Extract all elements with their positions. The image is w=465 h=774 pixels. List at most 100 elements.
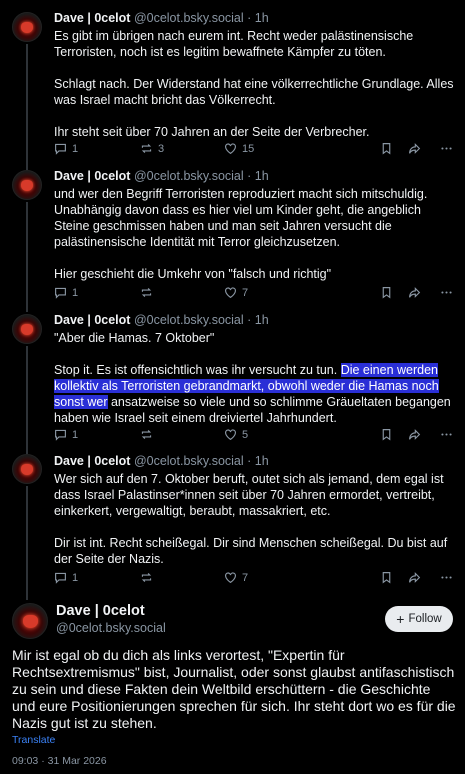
bookmark-icon: [382, 287, 391, 299]
post-paragraph: Stop it. Es ist offensichtlich was ihr v…: [54, 362, 455, 426]
like-count: 7: [242, 571, 249, 584]
more-icon: [441, 291, 452, 294]
repost-button[interactable]: [140, 428, 158, 441]
repost-button[interactable]: [140, 571, 158, 584]
post-paragraph: Dir ist int. Recht scheißegal. Dir sind …: [54, 536, 448, 566]
post-paragraph: "Aber die Hamas. 7 Oktober": [54, 331, 215, 345]
post-header: Dave | 0celot @0celot.bsky.social · 1h: [54, 453, 455, 469]
post-time: · 1h: [247, 313, 269, 327]
post-header: Dave | 0celot @0celot.bsky.social · 1h: [54, 312, 455, 328]
more-button[interactable]: [440, 571, 453, 584]
follow-label: Follow: [408, 613, 442, 625]
author-handle[interactable]: @0celot.bsky.social: [134, 169, 244, 183]
plus-icon: +: [396, 611, 405, 627]
author-handle[interactable]: @0celot.bsky.social: [56, 621, 166, 635]
more-button[interactable]: [440, 428, 453, 441]
share-icon: [409, 143, 421, 154]
author-handle[interactable]: @0celot.bsky.social: [134, 11, 244, 25]
like-count: 7: [242, 286, 249, 299]
bookmark-button[interactable]: [380, 428, 393, 441]
share-button[interactable]: [408, 142, 421, 155]
repost-button[interactable]: 3: [140, 142, 164, 155]
bookmark-icon: [382, 429, 391, 441]
heart-icon: [225, 429, 236, 441]
like-count: 5: [242, 428, 249, 441]
avatar[interactable]: [12, 603, 48, 639]
more-icon: [441, 576, 452, 579]
more-icon: [441, 147, 452, 150]
like-button[interactable]: 5: [224, 428, 248, 441]
repost-button[interactable]: [140, 286, 158, 299]
reply-count: 1: [72, 142, 79, 155]
text-span: Stop it. Es ist offensichtlich was ihr v…: [54, 363, 341, 377]
post-text: Es gibt im übrigen nach eurem int. Recht…: [54, 28, 455, 140]
post-actions: 1 3 15: [54, 142, 453, 158]
main-post-text: Mir ist egal ob du dich als links verort…: [12, 647, 456, 731]
repost-icon: [141, 144, 152, 153]
avatar[interactable]: [12, 170, 42, 200]
post-time: · 1h: [247, 454, 269, 468]
thread-line: [26, 44, 28, 170]
share-icon: [409, 572, 421, 583]
more-button[interactable]: [440, 286, 453, 299]
repost-count: 3: [158, 142, 165, 155]
reply-icon: [55, 287, 66, 299]
reply-button[interactable]: 1: [54, 286, 78, 299]
post-paragraph: Ihr steht seit über 70 Jahren an der Sei…: [54, 125, 370, 139]
author-handle[interactable]: @0celot.bsky.social: [134, 313, 244, 327]
reply-button[interactable]: 1: [54, 428, 78, 441]
reply-icon: [55, 143, 66, 155]
bookmark-button[interactable]: [380, 286, 393, 299]
heart-icon: [225, 287, 236, 299]
author-name[interactable]: Dave | 0celot: [54, 454, 130, 468]
reply-button[interactable]: 1: [54, 571, 78, 584]
bookmark-button[interactable]: [380, 142, 393, 155]
like-button[interactable]: 7: [224, 286, 248, 299]
author-name[interactable]: Dave | 0celot: [54, 313, 130, 327]
reply-button[interactable]: 1: [54, 142, 78, 155]
bookmark-button[interactable]: [380, 571, 393, 584]
author-name[interactable]: Dave | 0celot: [56, 603, 145, 619]
post-paragraph: Wer sich auf den 7. Oktober beruft, oute…: [54, 472, 444, 518]
thread-line: [26, 486, 28, 600]
avatar[interactable]: [12, 12, 42, 42]
avatar[interactable]: [12, 314, 42, 344]
repost-icon: [141, 573, 152, 582]
share-icon: [409, 429, 421, 440]
post-time: · 1h: [247, 11, 269, 25]
share-button[interactable]: [408, 428, 421, 441]
share-icon: [409, 287, 421, 298]
like-button[interactable]: 7: [224, 571, 248, 584]
follow-button[interactable]: + Follow: [385, 606, 453, 632]
heart-icon: [225, 143, 236, 155]
more-icon: [441, 433, 452, 436]
author-handle[interactable]: @0celot.bsky.social: [134, 454, 244, 468]
author-name[interactable]: Dave | 0celot: [54, 169, 130, 183]
reply-count: 1: [72, 286, 79, 299]
reply-icon: [55, 429, 66, 441]
post-actions: 1 7: [54, 571, 453, 587]
post-timestamp: 09:03 · 31 Mar 2026: [12, 755, 107, 767]
post-content: Dave | 0celot @0celot.bsky.social · 1h W…: [54, 453, 455, 567]
post-text: und wer den Begriff Terroristen reproduz…: [54, 186, 455, 282]
reply-count: 1: [72, 571, 79, 584]
avatar[interactable]: [12, 454, 42, 484]
post-content: Dave | 0celot @0celot.bsky.social · 1h "…: [54, 312, 455, 426]
post-header: Dave | 0celot @0celot.bsky.social · 1h: [54, 168, 455, 184]
like-count: 15: [242, 142, 255, 155]
post-content: Dave | 0celot @0celot.bsky.social · 1h u…: [54, 168, 455, 282]
translate-link[interactable]: Translate: [12, 734, 55, 746]
share-button[interactable]: [408, 286, 421, 299]
share-button[interactable]: [408, 571, 421, 584]
post-paragraph: Schlagt nach. Der Widerstand hat eine vö…: [54, 77, 454, 107]
post-paragraph: Es gibt im übrigen nach eurem int. Recht…: [54, 29, 414, 59]
like-button[interactable]: 15: [224, 142, 254, 155]
post-actions: 1 5: [54, 428, 453, 444]
more-button[interactable]: [440, 142, 453, 155]
repost-icon: [141, 288, 152, 297]
heart-icon: [225, 572, 236, 584]
post-text: Wer sich auf den 7. Oktober beruft, oute…: [54, 471, 455, 567]
author-name[interactable]: Dave | 0celot: [54, 11, 130, 25]
post-actions: 1 7: [54, 286, 453, 302]
text-span: ansatzweise so viele und so schlimme Grä…: [54, 395, 451, 425]
